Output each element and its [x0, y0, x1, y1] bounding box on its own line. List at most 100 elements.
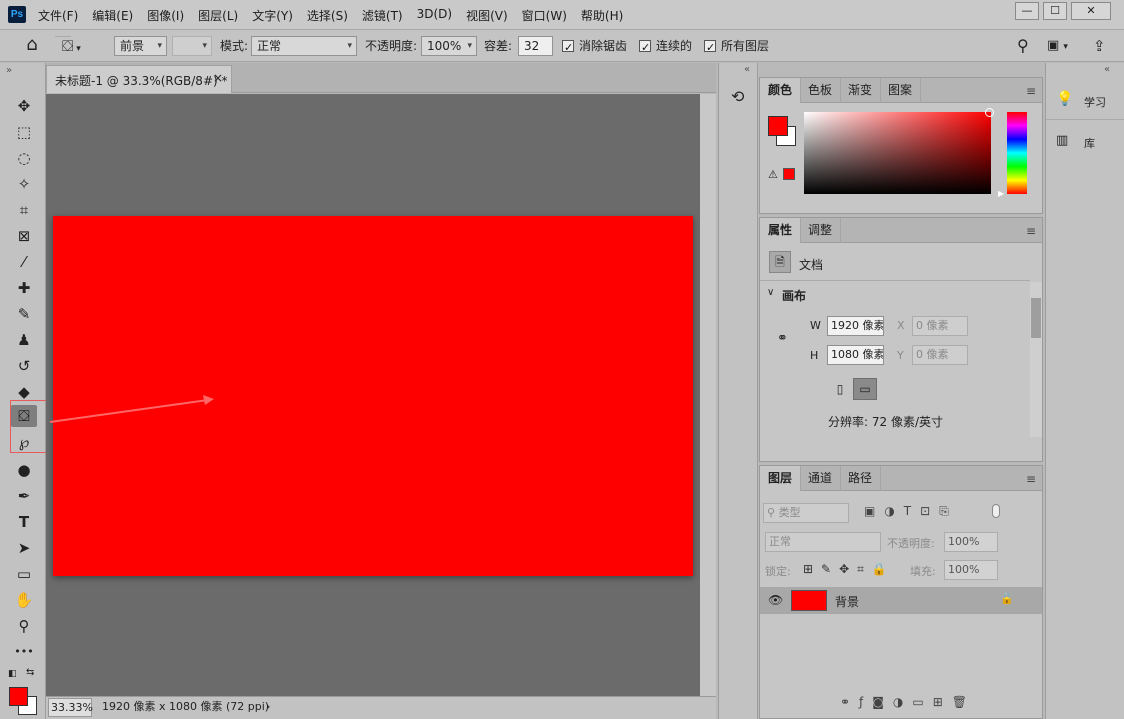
layer-filter-icons[interactable]: ▣◑T⊡⎘	[864, 504, 958, 519]
all-layers-checkbox[interactable]: 所有图层	[704, 36, 769, 58]
brush-tool-icon[interactable]: ✎	[11, 303, 37, 325]
share-icon[interactable]: ⇪	[1093, 36, 1106, 56]
library-icon[interactable]: ▥	[1056, 133, 1068, 148]
hue-slider-handle-icon[interactable]: ▶	[998, 189, 1004, 198]
menu-edit[interactable]: 编辑(E)	[92, 7, 133, 24]
canvas-area[interactable]	[46, 94, 700, 696]
tab-swatches[interactable]: 色板	[800, 78, 842, 103]
layer-filter-dropdown[interactable]: ⚲ 类型	[763, 503, 849, 523]
type-tool-icon[interactable]: T	[11, 511, 37, 533]
mode-dropdown[interactable]: 正常 ▾	[251, 36, 357, 56]
panel-menu-icon[interactable]: ≡	[1026, 224, 1036, 238]
foreground-color-swatch[interactable]	[9, 687, 28, 706]
canvas-vertical-scrollbar[interactable]	[700, 94, 716, 696]
hue-slider[interactable]	[1007, 112, 1027, 194]
menu-help[interactable]: 帮助(H)	[581, 7, 623, 24]
scrollbar-thumb[interactable]	[1031, 298, 1041, 338]
status-menu-arrow-icon[interactable]: ›	[266, 697, 270, 717]
clone-stamp-tool-icon[interactable]: ♟	[11, 329, 37, 351]
portrait-orientation-icon[interactable]: ▯	[830, 378, 850, 400]
properties-scrollbar[interactable]	[1030, 282, 1042, 437]
opacity-input[interactable]: 100% ▾	[421, 36, 477, 56]
canvas-height-field[interactable]: 1080 像素	[827, 345, 884, 365]
dodge-tool-icon[interactable]: ●	[11, 459, 37, 481]
collapse-icon[interactable]: «	[744, 64, 750, 75]
maximize-button[interactable]: ☐	[1043, 2, 1067, 20]
learn-icon[interactable]: 💡	[1056, 91, 1073, 107]
paint-bucket-tool-icon[interactable]: ⛋	[11, 405, 37, 427]
learn-label[interactable]: 学习	[1084, 94, 1106, 110]
tab-properties[interactable]: 属性	[760, 218, 802, 243]
magic-wand-tool-icon[interactable]: ✧	[11, 173, 37, 195]
contiguous-checkbox[interactable]: 连续的	[639, 36, 692, 58]
healing-brush-tool-icon[interactable]: ✚	[11, 277, 37, 299]
gamut-warning-icon[interactable]: ⚠	[768, 168, 778, 181]
workspace-icon[interactable]: ▣ ▾	[1047, 36, 1068, 56]
move-tool-icon[interactable]: ✥	[11, 95, 37, 117]
crop-tool-icon[interactable]: ⌗	[11, 199, 37, 221]
close-tab-icon[interactable]: ×	[213, 71, 223, 85]
menu-select[interactable]: 选择(S)	[307, 7, 348, 24]
home-icon[interactable]: ⌂	[20, 36, 44, 56]
tab-layers[interactable]: 图层	[760, 466, 802, 491]
menu-layer[interactable]: 图层(L)	[198, 7, 238, 24]
menu-file[interactable]: 文件(F)	[38, 7, 78, 24]
panel-menu-icon[interactable]: ≡	[1026, 84, 1036, 98]
tab-paths[interactable]: 路径	[840, 466, 882, 491]
chevron-down-icon[interactable]: ∨	[767, 287, 774, 298]
lock-icons[interactable]: ⊞✎✥⌗🔒	[803, 562, 895, 577]
zoom-tool-icon[interactable]: ⚲	[11, 615, 37, 637]
frame-tool-icon[interactable]: ⊠	[11, 225, 37, 247]
canvas-width-field[interactable]: 1920 像素	[827, 316, 884, 336]
marquee-tool-icon[interactable]: ⬚	[11, 121, 37, 143]
collapse-icon[interactable]: «	[1104, 64, 1110, 75]
pattern-picker[interactable]: ▾	[172, 36, 212, 56]
layer-row-background[interactable]: 👁 背景 🔒	[760, 587, 1042, 614]
layers-footer-icons[interactable]: ⚭ƒ◙◑▭⊞🗑	[840, 695, 976, 709]
document-canvas[interactable]	[53, 216, 693, 576]
pen-tool-icon[interactable]: ✒	[11, 485, 37, 507]
link-icon[interactable]: ⚭	[777, 331, 788, 346]
fill-source-dropdown[interactable]: 前景 ▾	[114, 36, 167, 56]
path-selection-tool-icon[interactable]: ➤	[11, 537, 37, 559]
menu-window[interactable]: 窗口(W)	[522, 7, 567, 24]
tab-channels[interactable]: 通道	[800, 466, 842, 491]
history-panel-icon[interactable]: ⟲	[731, 87, 744, 106]
close-window-button[interactable]: ✕	[1071, 2, 1111, 20]
eye-icon[interactable]: 👁	[768, 593, 783, 607]
menu-filter[interactable]: 滤镜(T)	[362, 7, 403, 24]
blur-tool-icon[interactable]: ℘	[11, 431, 37, 453]
foreground-color-swatch[interactable]	[768, 116, 788, 136]
tab-color[interactable]: 颜色	[760, 78, 802, 103]
filter-toggle-icon[interactable]	[992, 504, 1000, 518]
tolerance-input[interactable]: 32	[518, 36, 553, 56]
hand-tool-icon[interactable]: ✋	[11, 589, 37, 611]
history-brush-tool-icon[interactable]: ↺	[11, 355, 37, 377]
library-label[interactable]: 库	[1084, 135, 1095, 151]
landscape-orientation-icon[interactable]: ▭	[853, 378, 877, 400]
tab-gradients[interactable]: 渐变	[840, 78, 882, 103]
swap-colors-icon[interactable]: ⇆	[26, 667, 34, 678]
web-safe-color-swatch[interactable]	[783, 168, 795, 180]
menu-type[interactable]: 文字(Y)	[252, 7, 293, 24]
collapse-icon[interactable]: »	[6, 65, 12, 76]
eraser-tool-icon[interactable]: ◆	[11, 381, 37, 403]
antialias-checkbox[interactable]: 消除锯齿	[562, 36, 627, 58]
eyedropper-tool-icon[interactable]: ⁄	[11, 251, 37, 273]
paint-bucket-preset-icon[interactable]: ⛋ ▾	[62, 36, 102, 56]
search-icon[interactable]: ⚲	[1017, 36, 1029, 56]
default-colors-icon[interactable]: ◧	[8, 669, 17, 679]
document-tab[interactable]: 未标题-1 @ 33.3%(RGB/8#) * ×	[46, 65, 232, 93]
menu-3d[interactable]: 3D(D)	[417, 7, 452, 24]
lasso-tool-icon[interactable]: ◌	[11, 147, 37, 169]
color-field[interactable]	[804, 112, 991, 194]
menu-view[interactable]: 视图(V)	[466, 7, 508, 24]
panel-menu-icon[interactable]: ≡	[1026, 472, 1036, 486]
menu-image[interactable]: 图像(I)	[147, 7, 184, 24]
color-picker-handle[interactable]	[985, 108, 994, 117]
zoom-field[interactable]: 33.33%	[48, 698, 93, 717]
more-tools-icon[interactable]: •••	[11, 641, 37, 663]
tab-adjustments[interactable]: 调整	[800, 218, 842, 243]
tab-patterns[interactable]: 图案	[880, 78, 922, 103]
rectangle-tool-icon[interactable]: ▭	[11, 563, 37, 585]
